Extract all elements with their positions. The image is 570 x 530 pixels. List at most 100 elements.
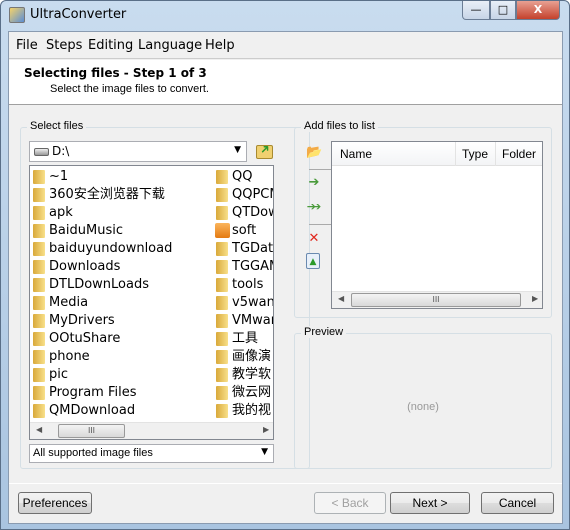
folder-icon: [33, 206, 45, 220]
file-list-item[interactable]: 教学软: [214, 366, 273, 384]
file-list-item[interactable]: v5wan: [214, 294, 273, 312]
file-list-item[interactable]: pic: [31, 366, 211, 384]
file-list-item[interactable]: QQ: [214, 168, 273, 186]
add-arrow-icon[interactable]: ➔: [306, 175, 322, 191]
folder-icon: [216, 188, 228, 202]
recycle-bin-icon[interactable]: ▲: [306, 253, 320, 269]
file-name: apk: [49, 205, 73, 220]
folder-icon: [33, 188, 45, 202]
client-area: File Steps Editing Language Help Selecti…: [8, 31, 563, 524]
file-name: 我的视: [232, 403, 272, 418]
file-list-item[interactable]: OOtuShare: [31, 330, 211, 348]
folder-icon: [216, 386, 228, 400]
menu-editing[interactable]: Editing: [88, 38, 133, 53]
file-list-item[interactable]: 我的视: [214, 402, 273, 420]
folder-icon: [216, 206, 228, 220]
menu-file[interactable]: File: [16, 38, 38, 53]
scroll-thumb[interactable]: III: [58, 424, 125, 438]
up-folder-icon[interactable]: [256, 145, 273, 159]
file-list-item[interactable]: soft: [214, 222, 273, 240]
file-list-item[interactable]: apk: [31, 204, 211, 222]
drive-combo[interactable]: D:\ ▼: [29, 141, 247, 162]
file-list[interactable]: ~1 360安全浏览器下载 apk BaiduMusic baiduyundownloa…: [29, 165, 274, 440]
file-name: phone: [49, 349, 90, 364]
list-header: Name Type Folder: [332, 142, 542, 166]
file-list-hscroll[interactable]: ◀ III ▶: [30, 422, 273, 439]
chevron-down-icon: ▼: [261, 447, 268, 457]
file-name: Downloads: [49, 259, 121, 274]
preferences-button[interactable]: Preferences: [18, 492, 92, 514]
file-type-filter[interactable]: All supported image files ▼: [29, 444, 274, 463]
add-files-label: Add files to list: [301, 120, 378, 132]
file-list-item[interactable]: QMDownload: [31, 402, 211, 420]
file-name: MyDrivers: [49, 313, 115, 328]
folder-icon: [33, 314, 45, 328]
folder-icon: [216, 260, 228, 274]
file-list-item[interactable]: TGData: [214, 240, 274, 258]
list-hscroll[interactable]: ◀ III ▶: [332, 291, 542, 308]
file-list-item[interactable]: DTLDownLoads: [31, 276, 211, 294]
file-name: baiduyundownload: [49, 241, 173, 256]
file-list-item[interactable]: ~1: [31, 168, 211, 186]
file-name: DTLDownLoads: [49, 277, 149, 292]
file-name: 工具: [232, 331, 259, 346]
folder-icon: [216, 314, 228, 328]
title-bar[interactable]: UltraConverter — □ X: [1, 1, 569, 31]
file-name: TGGAM: [232, 259, 273, 274]
file-name: QTDow: [232, 205, 273, 220]
close-button[interactable]: X: [516, 1, 560, 20]
file-name: ~1: [49, 169, 69, 184]
remove-icon[interactable]: ✕: [306, 231, 322, 247]
folder-icon: [33, 404, 45, 418]
file-list-item[interactable]: TGGAM: [214, 258, 273, 276]
scroll-thumb[interactable]: III: [351, 293, 521, 307]
file-list-item[interactable]: tools: [214, 276, 273, 294]
back-button[interactable]: < Back: [314, 492, 386, 514]
column-type[interactable]: Type: [462, 147, 488, 165]
file-list-item[interactable]: baiduyundownload: [31, 240, 211, 258]
folder-icon: [33, 260, 45, 274]
file-list-item[interactable]: MyDrivers: [31, 312, 211, 330]
scroll-right-icon[interactable]: ▶: [532, 294, 538, 303]
file-list-item[interactable]: QTDow: [214, 204, 273, 222]
file-list-item[interactable]: 360安全浏览器下载: [31, 186, 211, 204]
file-list-item[interactable]: 微云网: [214, 384, 273, 402]
select-files-label: Select files: [27, 120, 87, 132]
add-all-arrows-icon[interactable]: ➔➔: [304, 199, 321, 215]
file-list-item[interactable]: Program Files: [31, 384, 211, 402]
file-list-item[interactable]: Media: [31, 294, 211, 312]
files-to-convert-list[interactable]: Name Type Folder ◀ III ▶: [331, 141, 543, 309]
next-button[interactable]: Next >: [390, 492, 470, 514]
scroll-left-icon[interactable]: ◀: [36, 425, 42, 434]
window: UltraConverter — □ X File Steps Editing …: [0, 0, 570, 530]
file-list-item[interactable]: BaiduMusic: [31, 222, 211, 240]
file-name: OOtuShare: [49, 331, 121, 346]
file-list-item[interactable]: phone: [31, 348, 211, 366]
column-name[interactable]: Name: [340, 147, 372, 165]
minimize-button[interactable]: —: [462, 1, 490, 20]
file-name: VMwar: [232, 313, 274, 328]
folder-icon: [33, 332, 45, 346]
folder-icon: [33, 350, 45, 364]
file-name: TGData: [232, 241, 274, 256]
maximize-button[interactable]: □: [490, 1, 516, 20]
file-name: 微云网: [232, 385, 272, 400]
open-folder-icon[interactable]: 📂: [306, 145, 322, 161]
scroll-left-icon[interactable]: ◀: [338, 294, 344, 303]
folder-icon: [216, 350, 228, 364]
wizard-header: Selecting files - Step 1 of 3 Select the…: [9, 60, 562, 105]
menu-help[interactable]: Help: [205, 38, 235, 53]
file-name: 360安全浏览器下载: [49, 187, 165, 202]
menu-steps[interactable]: Steps: [46, 38, 82, 53]
menu-bar: File Steps Editing Language Help: [9, 32, 562, 59]
file-list-item[interactable]: Downloads: [31, 258, 211, 276]
folder-icon: [216, 368, 228, 382]
file-list-item[interactable]: 画像演: [214, 348, 273, 366]
menu-language[interactable]: Language: [138, 38, 202, 53]
file-list-item[interactable]: QQPCM: [214, 186, 273, 204]
column-folder[interactable]: Folder: [502, 147, 536, 165]
file-list-item[interactable]: 工具: [214, 330, 273, 348]
scroll-right-icon[interactable]: ▶: [263, 425, 269, 434]
file-list-item[interactable]: VMwar: [214, 312, 274, 330]
cancel-button[interactable]: Cancel: [481, 492, 554, 514]
